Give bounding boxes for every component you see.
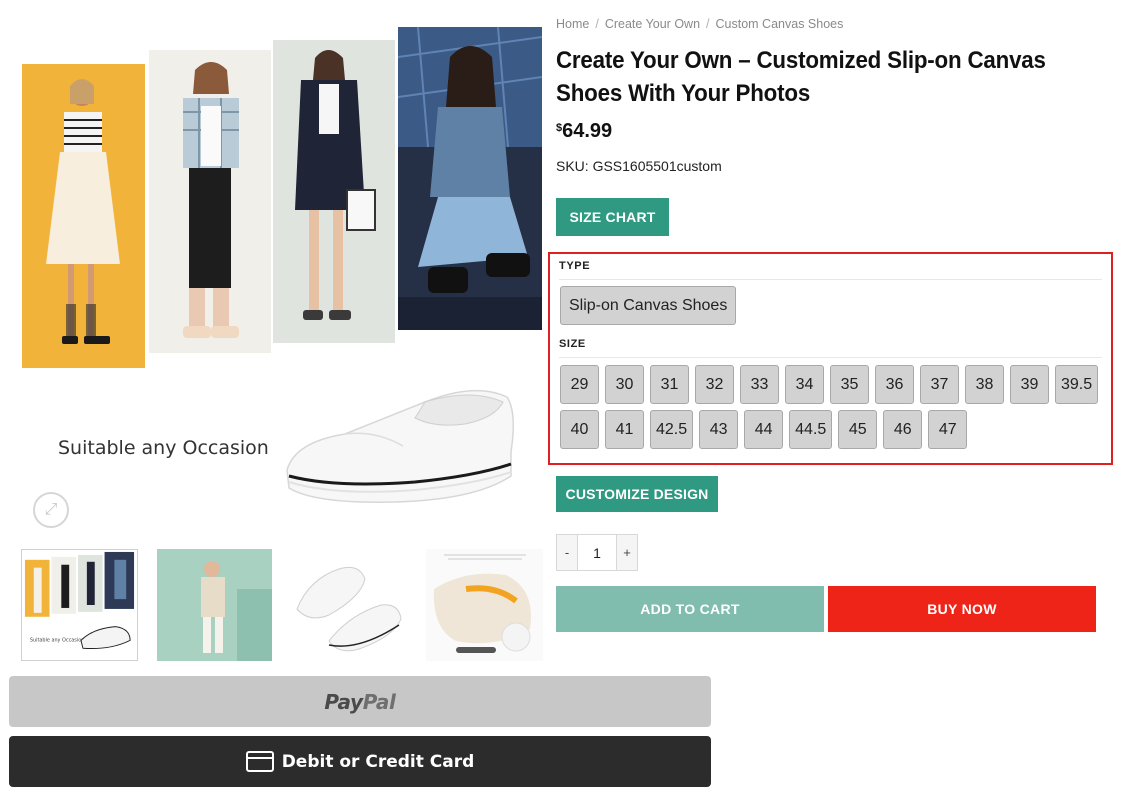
size-option[interactable]: 33: [740, 365, 779, 404]
size-option[interactable]: 40: [560, 410, 599, 449]
quantity-decrease-button[interactable]: -: [557, 535, 577, 570]
size-label: SIZE: [559, 338, 586, 350]
quantity-increase-button[interactable]: +: [617, 535, 637, 570]
size-option[interactable]: 35: [830, 365, 869, 404]
size-option[interactable]: 31: [650, 365, 689, 404]
product-price: $64.99: [556, 120, 612, 143]
thumbnail-2[interactable]: [157, 549, 272, 661]
buy-now-button[interactable]: BUY NOW: [828, 586, 1096, 632]
model-photo-plaid: [149, 50, 271, 353]
size-option[interactable]: 38: [965, 365, 1004, 404]
size-option[interactable]: 44.5: [789, 410, 833, 449]
paypal-logo-part2: Pal: [362, 689, 396, 714]
model-photo-night: [398, 27, 542, 330]
credit-card-icon: [245, 751, 274, 772]
white-slip-on-shoe-image: [275, 372, 520, 512]
type-option-slip-on-canvas-shoes[interactable]: Slip-on Canvas Shoes: [560, 286, 737, 325]
product-sku: SKU: GSS1605501custom: [556, 158, 722, 174]
size-chart-button[interactable]: SIZE CHART: [556, 198, 669, 236]
size-row-1: 29 30 31 32 33 34 35 36 37 38 39 39.5: [560, 365, 1105, 404]
size-option[interactable]: 44: [744, 410, 784, 449]
price-currency: $: [556, 122, 563, 134]
breadcrumb-home[interactable]: Home: [556, 17, 589, 31]
size-option[interactable]: 45: [838, 410, 878, 449]
size-option[interactable]: 46: [883, 410, 923, 449]
thumbnail-4[interactable]: [426, 549, 543, 661]
size-option[interactable]: 42.5: [650, 410, 694, 449]
model-photo-yellow: [22, 64, 145, 368]
divider: [559, 279, 1102, 280]
size-option[interactable]: 29: [560, 365, 599, 404]
product-main-image[interactable]: Suitable any Occasion ⤢: [9, 12, 549, 542]
size-option[interactable]: 47: [928, 410, 968, 449]
debit-credit-card-button[interactable]: Debit or Credit Card: [9, 736, 711, 787]
breadcrumb-create-your-own[interactable]: Create Your Own: [605, 17, 700, 31]
paypal-button[interactable]: PayPal: [9, 676, 711, 727]
zoom-expand-icon[interactable]: ⤢: [33, 492, 69, 528]
breadcrumb-separator: /: [706, 17, 710, 31]
breadcrumb: Home / Create Your Own / Custom Canvas Shoes: [556, 17, 843, 31]
card-button-label: Debit or Credit Card: [281, 751, 475, 772]
size-option[interactable]: 41: [605, 410, 644, 449]
variations-panel: TYPE Slip-on Canvas Shoes SIZE 29 30 31 …: [548, 252, 1113, 465]
quantity-stepper: - +: [556, 534, 638, 571]
size-row-2: 40 41 42.5 43 44 44.5 45 46 47: [560, 410, 1105, 449]
price-value: 64.99: [562, 120, 613, 142]
thumbnail-1[interactable]: Suitable any Occasion: [21, 549, 138, 661]
divider: [559, 357, 1102, 358]
product-title: Create Your Own – Customized Slip-on Can…: [556, 47, 1046, 107]
add-to-cart-button[interactable]: ADD TO CART: [556, 586, 824, 632]
size-options: 29 30 31 32 33 34 35 36 37 38 39 39.5 40…: [560, 365, 1105, 455]
breadcrumb-custom-canvas-shoes[interactable]: Custom Canvas Shoes: [716, 17, 844, 31]
model-photo-dark-coat: [273, 40, 395, 343]
thumbnail-3[interactable]: [289, 549, 404, 661]
size-option[interactable]: 34: [785, 365, 824, 404]
size-option[interactable]: 30: [605, 365, 644, 404]
paypal-logo-part1: Pay: [324, 689, 363, 714]
quantity-input[interactable]: [577, 535, 617, 570]
size-option[interactable]: 32: [695, 365, 734, 404]
svg-text:Suitable any Occasion: Suitable any Occasion: [30, 637, 84, 643]
type-label: TYPE: [559, 260, 591, 272]
paypal-logo: PayPal: [324, 689, 396, 714]
customize-design-button[interactable]: CUSTOMIZE DESIGN: [556, 476, 718, 512]
size-option[interactable]: 36: [875, 365, 914, 404]
breadcrumb-separator: /: [595, 17, 599, 31]
thumbnail-strip: Suitable any Occasion: [21, 549, 543, 661]
size-option[interactable]: 37: [920, 365, 959, 404]
size-option[interactable]: 39.5: [1055, 365, 1099, 404]
size-option[interactable]: 43: [699, 410, 739, 449]
gallery-caption: Suitable any Occasion: [58, 437, 269, 459]
size-option[interactable]: 39: [1010, 365, 1049, 404]
